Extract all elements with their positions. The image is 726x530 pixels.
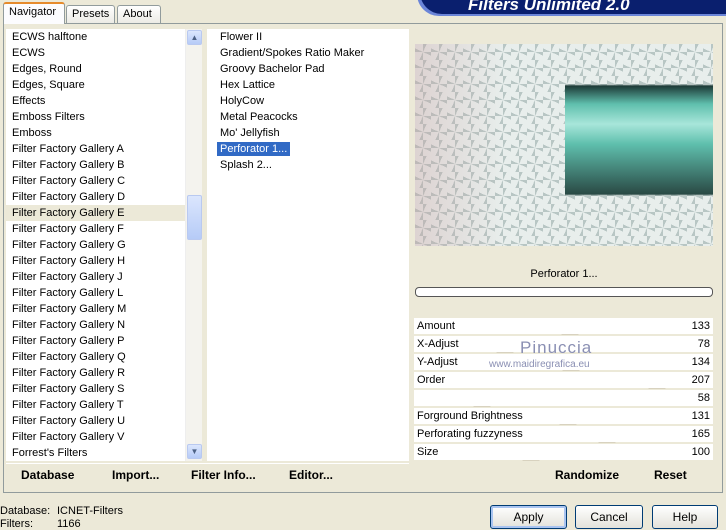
filter-name-label: Perforator 1...: [530, 268, 598, 280]
filter-list[interactable]: Flower II Gradient/Spokes Ratio Maker Groo…: [207, 29, 409, 461]
param-value: 134: [691, 356, 710, 368]
param-slider[interactable]: Size 100: [414, 444, 713, 460]
status-database-label: Database:: [0, 505, 51, 517]
category-item[interactable]: Filter Factory Gallery Q: [6, 349, 202, 365]
category-item[interactable]: Emboss Filters: [6, 109, 202, 125]
category-item[interactable]: Filter Factory Gallery G: [6, 237, 202, 253]
param-label: Forground Brightness: [417, 410, 523, 422]
category-item[interactable]: Filter Factory Gallery J: [6, 269, 202, 285]
tab-navigator[interactable]: Navigator: [3, 2, 65, 24]
category-item[interactable]: ECWS: [6, 45, 202, 61]
reset-button[interactable]: Reset: [654, 468, 687, 482]
filter-item-label: Mo' Jellyfish: [220, 127, 280, 139]
param-label: X-Adjust: [417, 338, 459, 350]
import-button[interactable]: Import...: [112, 468, 159, 482]
category-item[interactable]: Filter Factory Gallery P: [6, 333, 202, 349]
param-value: 78: [697, 338, 710, 350]
category-item[interactable]: Edges, Round: [6, 61, 202, 77]
param-value: 133: [691, 320, 710, 332]
filter-item[interactable]: Gradient/Spokes Ratio Maker: [214, 45, 409, 61]
category-item[interactable]: Filter Factory Gallery C: [6, 173, 202, 189]
category-item[interactable]: Forrest's Filters: [6, 445, 202, 461]
filter-item-label: Groovy Bachelor Pad: [220, 63, 325, 75]
filter-item[interactable]: HolyCow: [214, 93, 409, 109]
filter-item[interactable]: Mo' Jellyfish: [214, 125, 409, 141]
watermark-name: Pinuccia: [520, 338, 593, 357]
tab-presets[interactable]: Presets: [66, 5, 115, 23]
category-list[interactable]: ECWS halftone ECWS Edges, Round Edges, Squa…: [6, 29, 202, 461]
status-database-value: ICNET-Filters: [57, 505, 123, 517]
category-item[interactable]: Filter Factory Gallery R: [6, 365, 202, 381]
category-item[interactable]: Filter Factory Gallery D: [6, 189, 202, 205]
category-item[interactable]: Filter Factory Gallery H: [6, 253, 202, 269]
param-value: 131: [691, 410, 710, 422]
category-item[interactable]: Filter Factory Gallery N: [6, 317, 202, 333]
editor-button[interactable]: Editor...: [289, 468, 333, 482]
filter-item-label: Flower II: [220, 31, 263, 43]
cancel-button[interactable]: Cancel: [575, 505, 643, 529]
category-item[interactable]: Effects: [6, 93, 202, 109]
param-slider[interactable]: Perforating fuzzyness 165: [414, 426, 713, 442]
scroll-up-button[interactable]: ▲: [187, 30, 202, 45]
filter-item[interactable]: Groovy Bachelor Pad: [214, 61, 409, 77]
param-slider[interactable]: Order 207: [414, 372, 713, 388]
category-item[interactable]: Filter Factory Gallery F: [6, 221, 202, 237]
filter-item[interactable]: Splash 2...: [214, 157, 409, 173]
tab-about[interactable]: About: [117, 5, 161, 23]
status-filters-label: Filters:: [0, 518, 33, 530]
param-slider[interactable]: 58: [414, 390, 713, 406]
filter-item-label: HolyCow: [220, 95, 265, 107]
param-label: Y-Adjust: [417, 356, 458, 368]
param-value: 165: [691, 428, 710, 440]
category-item[interactable]: Filter Factory Gallery E: [6, 205, 202, 221]
param-value: 100: [691, 446, 710, 458]
filter-info-button[interactable]: Filter Info...: [191, 468, 256, 482]
param-slider[interactable]: Amount 133: [414, 318, 713, 334]
category-item[interactable]: Filter Factory Gallery M: [6, 301, 202, 317]
watermark-url: www.maidiregrafica.eu: [489, 359, 590, 370]
param-label: Amount: [417, 320, 455, 332]
category-item[interactable]: Filter Factory Gallery U: [6, 413, 202, 429]
database-button[interactable]: Database: [21, 468, 74, 482]
category-item[interactable]: Filter Factory Gallery A: [6, 141, 202, 157]
filter-item[interactable]: Perforator 1...: [214, 141, 409, 157]
filter-item[interactable]: Hex Lattice: [214, 77, 409, 93]
filter-item[interactable]: Flower II: [214, 29, 409, 45]
category-item[interactable]: Emboss: [6, 125, 202, 141]
category-item[interactable]: Filter Factory Gallery L: [6, 285, 202, 301]
param-slider[interactable]: Forground Brightness 131: [414, 408, 713, 424]
category-item[interactable]: Filter Factory Gallery V: [6, 429, 202, 445]
category-item[interactable]: Filter Factory Gallery S: [6, 381, 202, 397]
category-item[interactable]: Edges, Square: [6, 77, 202, 93]
filter-item-label: Metal Peacocks: [220, 111, 298, 123]
preview-image: [415, 44, 713, 246]
randomize-button[interactable]: Randomize: [555, 468, 619, 482]
param-label: Size: [417, 446, 439, 458]
status-filters-value: 1166: [57, 518, 81, 530]
param-label: Perforating fuzzyness: [417, 428, 523, 440]
scroll-down-button[interactable]: ▼: [187, 444, 202, 459]
filter-item-label: Perforator 1...: [217, 142, 291, 156]
category-scrollbar[interactable]: ▲ ▼: [185, 29, 202, 461]
param-value: 207: [691, 374, 710, 386]
help-button[interactable]: Help: [652, 505, 718, 529]
param-value: 58: [697, 392, 710, 404]
param-label: Order: [417, 374, 446, 386]
filter-item-label: Hex Lattice: [220, 79, 276, 91]
scroll-thumb[interactable]: [187, 195, 202, 240]
category-item[interactable]: Filter Factory Gallery B: [6, 157, 202, 173]
category-item[interactable]: Filter Factory Gallery T: [6, 397, 202, 413]
app-title: Filters Unlimited 2.0: [468, 0, 630, 14]
category-item[interactable]: ECWS halftone: [6, 29, 202, 45]
filter-item-label: Splash 2...: [220, 159, 272, 171]
progress-bar: [415, 287, 713, 297]
filter-item[interactable]: Metal Peacocks: [214, 109, 409, 125]
apply-button[interactable]: Apply: [490, 505, 567, 529]
filter-item-label: Gradient/Spokes Ratio Maker: [220, 47, 365, 59]
